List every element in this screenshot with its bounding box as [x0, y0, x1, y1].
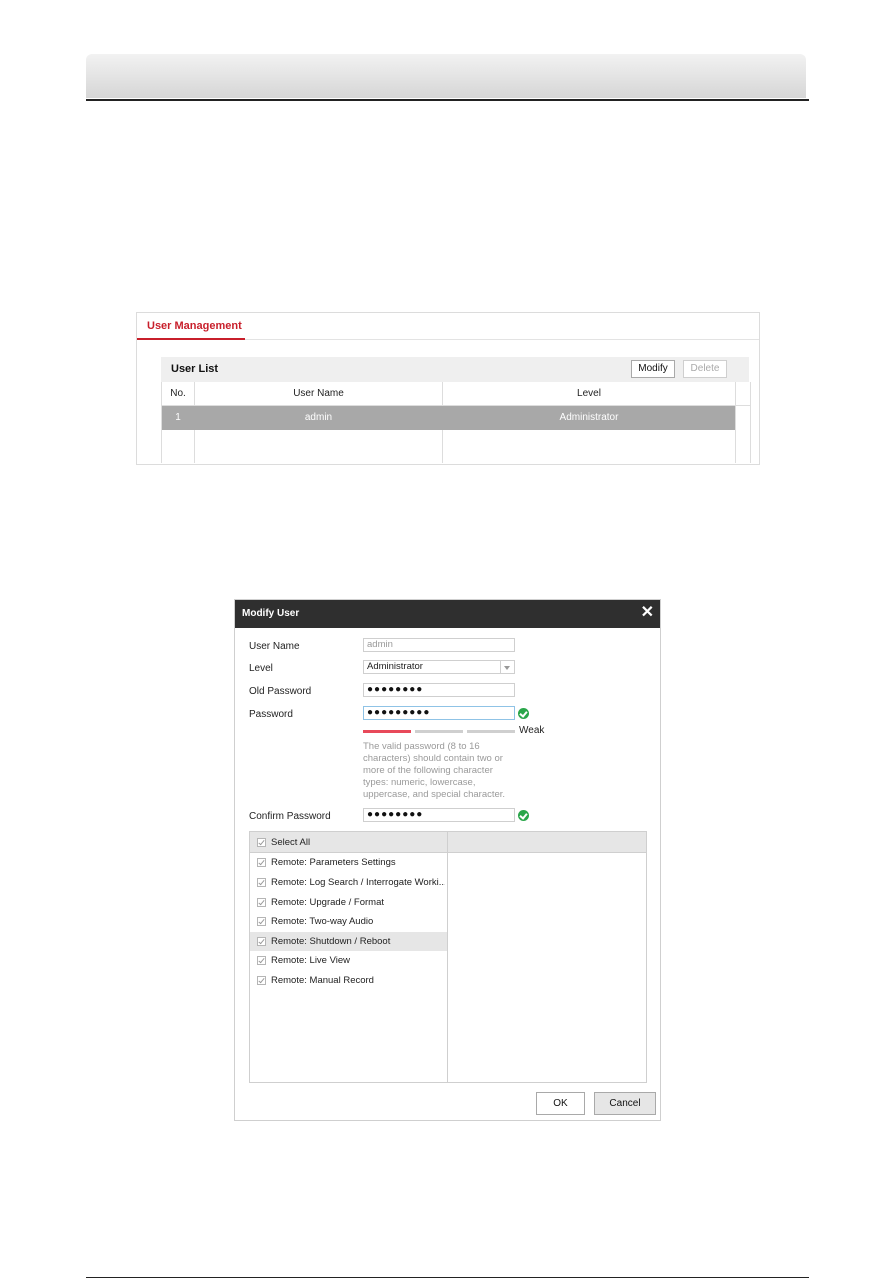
- password-label: Password: [249, 709, 293, 720]
- confirm-password-field[interactable]: ●●●●●●●●: [363, 808, 515, 822]
- chevron-down-icon[interactable]: [500, 661, 514, 673]
- permission-label: Remote: Two-way Audio: [271, 916, 374, 927]
- permission-label: Remote: Shutdown / Reboot: [271, 936, 391, 947]
- permission-label: Remote: Parameters Settings: [271, 857, 396, 868]
- permission-item[interactable]: Remote: Live View: [250, 951, 447, 970]
- close-icon[interactable]: ✕: [641, 604, 654, 622]
- column-header-level[interactable]: Level: [443, 388, 735, 399]
- delete-button[interactable]: Delete: [683, 360, 727, 378]
- header-rule: [86, 99, 809, 101]
- checkbox-icon[interactable]: [257, 956, 266, 965]
- password-valid-check-icon: [518, 708, 529, 719]
- permission-item[interactable]: Remote: Upgrade / Format: [250, 893, 447, 912]
- select-all-checkbox[interactable]: Select All: [250, 833, 447, 852]
- checkbox-icon[interactable]: [257, 976, 266, 985]
- confirm-password-valid-check-icon: [518, 810, 529, 821]
- permission-label: Remote: Upgrade / Format: [271, 897, 384, 908]
- permission-item[interactable]: Remote: Log Search / Interrogate Worki..…: [250, 873, 447, 892]
- cell-no: 1: [175, 412, 181, 423]
- password-field[interactable]: ●●●●●●●●●: [363, 706, 515, 720]
- confirm-password-label: Confirm Password: [249, 811, 331, 822]
- user-list-toolbar: User List Modify Delete: [161, 357, 749, 382]
- checkbox-icon[interactable]: [257, 838, 266, 847]
- permissions-panel: Select All Remote: Parameters Settings R…: [249, 831, 647, 1083]
- user-list-title: User List: [171, 363, 219, 375]
- cell-user-name: admin: [304, 412, 333, 423]
- strength-bar-3: [467, 730, 515, 733]
- permission-item[interactable]: Remote: Manual Record: [250, 971, 447, 990]
- permission-item[interactable]: Remote: Shutdown / Reboot: [250, 932, 447, 951]
- cell-level: Administrator: [559, 412, 619, 423]
- tab-active-underline: [137, 338, 245, 340]
- checkbox-icon[interactable]: [257, 898, 266, 907]
- level-label: Level: [249, 663, 273, 674]
- level-select[interactable]: Administrator: [363, 660, 515, 674]
- user-management-panel: User Management User List Modify Delete …: [136, 312, 760, 465]
- cancel-button[interactable]: Cancel: [594, 1092, 656, 1115]
- tab-user-management[interactable]: User Management: [147, 320, 242, 332]
- modify-button[interactable]: Modify: [631, 360, 675, 378]
- password-hint: The valid password (8 to 16 characters) …: [363, 741, 506, 800]
- table-header: No. User Name Level: [162, 382, 750, 406]
- permissions-divider: [447, 832, 448, 1082]
- checkbox-icon[interactable]: [257, 917, 266, 926]
- page-header-banner: [86, 54, 806, 98]
- old-password-label: Old Password: [249, 686, 312, 697]
- strength-bar-2: [415, 730, 463, 733]
- level-select-value: Administrator: [367, 661, 423, 672]
- old-password-field[interactable]: ●●●●●●●●: [363, 683, 515, 697]
- column-header-user-name[interactable]: User Name: [195, 388, 442, 399]
- modify-user-dialog: Modify User ✕ User Name admin Level Admi…: [234, 599, 661, 1121]
- user-name-label: User Name: [249, 641, 300, 652]
- password-strength-label: Weak: [519, 725, 545, 736]
- permission-label: Remote: Manual Record: [271, 975, 374, 986]
- ok-button[interactable]: OK: [536, 1092, 585, 1115]
- dialog-title: Modify User: [242, 608, 300, 619]
- permission-label: Remote: Live View: [271, 955, 351, 966]
- footer-rule: [86, 1277, 809, 1278]
- permission-item[interactable]: Remote: Parameters Settings: [250, 853, 447, 872]
- checkbox-icon[interactable]: [257, 937, 266, 946]
- checkbox-icon[interactable]: [257, 858, 266, 867]
- user-list-table: No. User Name Level 1 admin Administrato…: [161, 382, 751, 463]
- dialog-titlebar: Modify User ✕: [235, 600, 660, 628]
- table-row[interactable]: 1 admin Administrator: [162, 406, 735, 430]
- select-all-label: Select All: [271, 837, 311, 848]
- user-name-field[interactable]: admin: [363, 638, 515, 652]
- column-header-no[interactable]: No.: [162, 388, 194, 399]
- permission-item[interactable]: Remote: Two-way Audio: [250, 912, 447, 931]
- strength-bar-1: [363, 730, 411, 733]
- checkbox-icon[interactable]: [257, 878, 266, 887]
- permission-label: Remote: Log Search / Interrogate Worki..…: [271, 877, 445, 888]
